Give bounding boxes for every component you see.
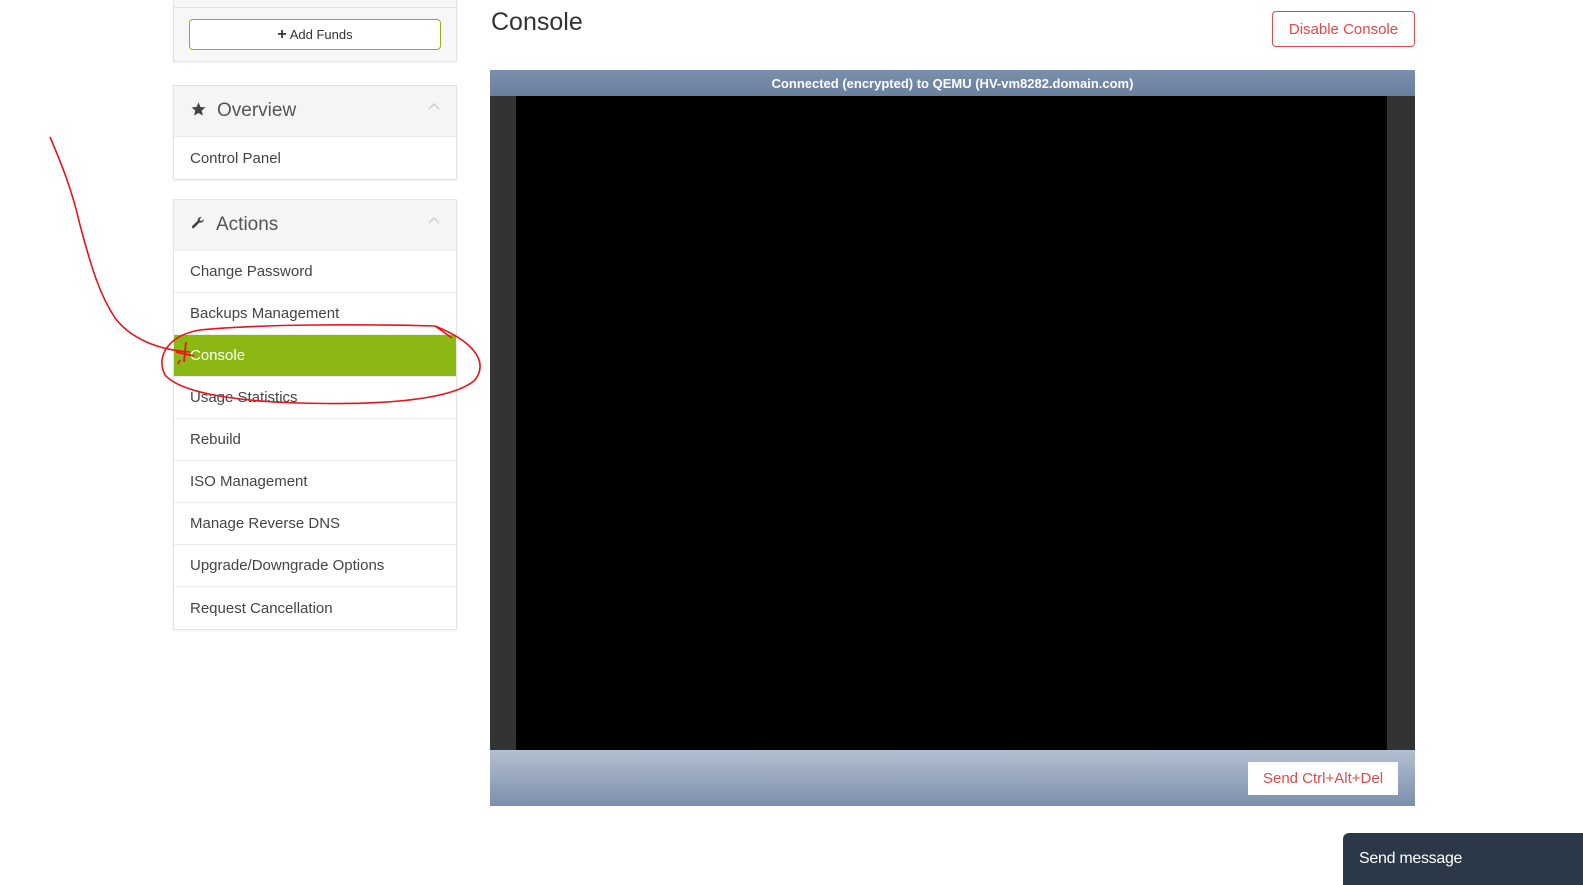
plus-icon: + — [277, 25, 287, 43]
sidebar-item-label: Control Panel — [190, 149, 281, 167]
add-funds-label: Add Funds — [289, 27, 353, 42]
console-toolbar: Send Ctrl+Alt+Del — [490, 750, 1415, 806]
sidebar-item-label: Console — [190, 347, 246, 364]
sidebar-item-console[interactable]: Console — [174, 335, 456, 377]
sidebar-item-iso-management[interactable]: ISO Management — [174, 461, 456, 503]
sidebar-item-label: Rebuild — [190, 431, 241, 448]
sidebar-item-usage-statistics[interactable]: Usage Statistics — [174, 377, 456, 419]
actions-header[interactable]: Actions — [174, 200, 456, 251]
sidebar-item-manage-reverse-dns[interactable]: Manage Reverse DNS — [174, 503, 456, 545]
funds-panel: + Add Funds — [173, 0, 457, 62]
sidebar-item-label: Upgrade/Downgrade Options — [190, 557, 385, 574]
send-message-chat-button[interactable]: Send message — [1343, 833, 1583, 885]
sidebar-item-upgrade-downgrade[interactable]: Upgrade/Downgrade Options — [174, 545, 456, 587]
overview-panel: Overview Control Panel — [173, 85, 457, 180]
sidebar-item-label: Usage Statistics — [190, 389, 298, 406]
console-screen[interactable] — [516, 96, 1387, 750]
add-funds-button[interactable]: + Add Funds — [189, 19, 441, 50]
chevron-up-icon[interactable] — [428, 214, 440, 226]
sidebar-item-request-cancellation[interactable]: Request Cancellation — [174, 587, 456, 629]
console-frame: Connected (encrypted) to QEMU (HV-vm8282… — [490, 70, 1415, 806]
overview-title: Overview — [217, 100, 297, 121]
chevron-up-icon[interactable] — [428, 100, 440, 112]
divider — [174, 7, 456, 8]
sidebar-item-label: Request Cancellation — [190, 599, 333, 617]
annotation-arrow-stroke — [49, 136, 191, 353]
overview-header[interactable]: Overview — [174, 86, 456, 137]
sidebar-item-label: Backups Management — [190, 305, 340, 322]
console-status-bar: Connected (encrypted) to QEMU (HV-vm8282… — [490, 70, 1415, 96]
send-ctrl-alt-del-button[interactable]: Send Ctrl+Alt+Del — [1248, 762, 1398, 795]
sidebar-item-label: Manage Reverse DNS — [190, 515, 341, 532]
wrench-icon — [190, 215, 206, 236]
page-title: Console — [491, 8, 583, 36]
star-icon — [190, 101, 207, 122]
page: + Add Funds Overview Control Panel Actio… — [0, 0, 1583, 885]
actions-panel: Actions Change Password Backups Manageme… — [173, 199, 457, 630]
sidebar-item-rebuild[interactable]: Rebuild — [174, 419, 456, 461]
sidebar-item-change-password[interactable]: Change Password — [174, 251, 456, 293]
sidebar-item-label: Change Password — [190, 263, 313, 280]
sidebar-item-control-panel[interactable]: Control Panel — [174, 137, 456, 179]
sidebar-item-label: ISO Management — [190, 473, 308, 490]
sidebar-item-backups-management[interactable]: Backups Management — [174, 293, 456, 335]
actions-title: Actions — [216, 214, 279, 235]
disable-console-button[interactable]: Disable Console — [1272, 11, 1415, 47]
